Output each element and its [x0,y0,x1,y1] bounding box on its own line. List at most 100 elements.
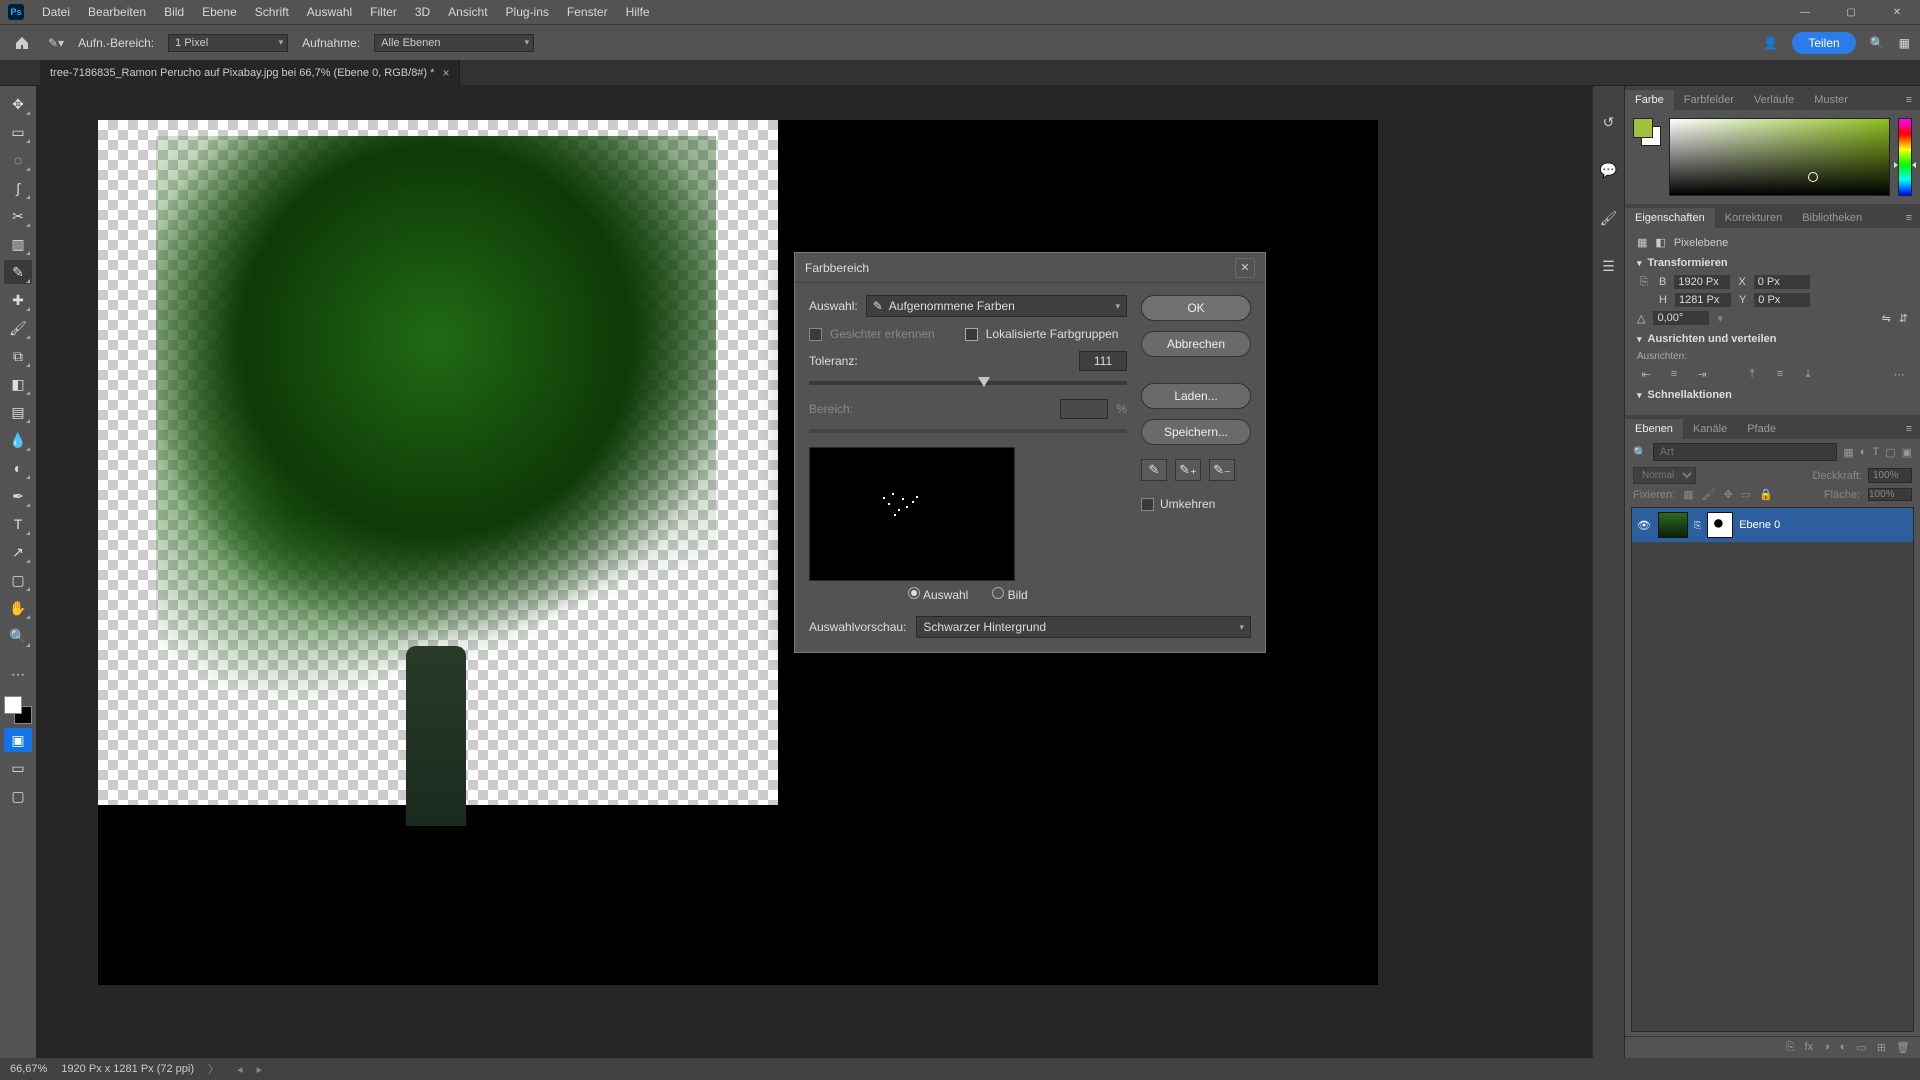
eyedropper-tool[interactable]: ✎ [4,260,32,284]
history-panel-icon[interactable]: ↺ [1599,112,1619,132]
tab-kanaele[interactable]: Kanäle [1683,419,1737,439]
share-button[interactable]: Teilen [1792,32,1855,54]
menu-hilfe[interactable]: Hilfe [626,5,650,19]
layer-name-label[interactable]: Ebene 0 [1739,519,1780,531]
tab-verlaeufe[interactable]: Verläufe [1744,90,1804,110]
dialog-close-icon[interactable]: ✕ [1235,258,1255,278]
align-vcenter-icon[interactable]: ≡ [1771,368,1789,381]
ellipsis-tool[interactable]: ⋯ [4,662,32,686]
fg-bg-color-swatches[interactable] [1633,118,1661,146]
timeline-next-icon[interactable]: ▸ [257,1063,263,1076]
adjustment-add-icon[interactable]: ◐ [1840,1041,1847,1054]
close-window-button[interactable]: ✕ [1874,0,1920,24]
eyedropper-sample-icon[interactable]: ✎ [1141,459,1167,481]
load-button[interactable]: Laden... [1141,383,1251,409]
lock-artboard-icon[interactable]: ▭ [1741,488,1751,501]
rectangle-tool[interactable]: ▢ [4,568,32,592]
sample-size-select[interactable]: 1 Pixel [168,34,288,52]
menu-ansicht[interactable]: Ansicht [448,5,487,19]
width-input[interactable] [1674,275,1730,289]
tab-eigenschaften[interactable]: Eigenschaften [1625,208,1715,228]
layers-panel-menu-icon[interactable]: ≡ [1898,419,1920,439]
type-tool[interactable]: T [4,512,32,536]
align-right-icon[interactable]: ⇥ [1693,368,1711,381]
home-icon[interactable] [10,31,34,55]
gradient-tool[interactable]: ▤ [4,400,32,424]
timeline-prev-icon[interactable]: ◂ [237,1063,243,1076]
document-tab[interactable]: tree-7186835_Ramon Perucho auf Pixabay.j… [40,60,460,86]
lock-position-icon[interactable]: ✥ [1724,488,1733,501]
lasso-tool[interactable]: ʃ [4,176,32,200]
align-top-icon[interactable]: ⤒ [1743,368,1761,381]
flip-h-icon[interactable]: ⇋ [1882,312,1891,325]
document-tab-close-icon[interactable]: × [442,66,449,80]
flip-v-icon[interactable]: ⇵ [1899,312,1908,325]
maximize-button[interactable]: ▢ [1828,0,1874,24]
cloud-icon[interactable]: 👤 [1763,36,1778,50]
group-icon[interactable]: ▭ [1856,1041,1866,1054]
localized-checkbox[interactable] [965,328,978,341]
quickactions-header[interactable]: Schnellaktionen [1637,389,1908,401]
select-dropdown[interactable]: ✎ Aufgenommene Farben [866,295,1127,317]
ok-button[interactable]: OK [1141,295,1251,321]
layer-row[interactable]: 👁 ⎘ Ebene 0 [1632,508,1913,542]
cancel-button[interactable]: Abbrechen [1141,331,1251,357]
lock-paint-icon[interactable]: 🖌 [1702,488,1716,501]
eraser-tool[interactable]: ◧ [4,372,32,396]
new-layer-icon[interactable]: ⊞ [1877,1041,1886,1054]
filter-smart-icon[interactable]: ▣ [1902,446,1912,459]
brushes-panel-icon[interactable]: 🖌 [1599,208,1619,228]
lock-transparency-icon[interactable]: ▦ [1683,488,1693,501]
zoom-readout[interactable]: 66,67% [10,1063,47,1075]
tab-ebenen[interactable]: Ebenen [1625,419,1683,439]
eyedropper-subtract-icon[interactable]: ✎₋ [1209,459,1235,481]
artboard-tool[interactable]: ▭ [4,120,32,144]
dialog-titlebar[interactable]: Farbbereich ✕ [795,253,1265,283]
filter-pixel-icon[interactable]: ▦ [1843,446,1853,459]
filter-adjust-icon[interactable]: ◐ [1860,446,1867,459]
tab-farbfelder[interactable]: Farbfelder [1674,90,1744,110]
trash-icon[interactable]: 🗑 [1896,1041,1910,1054]
tab-bibliotheken[interactable]: Bibliotheken [1792,208,1872,228]
layer-mask-thumbnail[interactable] [1707,512,1733,538]
color-panel-menu-icon[interactable]: ≡ [1898,90,1920,110]
frame-tool[interactable]: ▥ [4,232,32,256]
align-more-icon[interactable]: ⋯ [1890,368,1908,381]
y-input[interactable] [1754,293,1810,307]
search-icon[interactable]: 🔍 [1870,36,1885,50]
adjust-panel-icon[interactable]: ☰ [1599,256,1619,276]
tool-preset-icon[interactable]: ✎▾ [48,36,64,50]
align-hcenter-icon[interactable]: ≡ [1665,368,1683,381]
angle-input[interactable] [1653,311,1709,325]
filter-type-icon[interactable]: T [1872,446,1879,459]
crop-tool[interactable]: ✂ [4,204,32,228]
invert-checkbox[interactable] [1141,498,1154,511]
transform-header[interactable]: Transformieren [1637,257,1908,269]
zoom-tool[interactable]: 🔍 [4,624,32,648]
hand-tool[interactable]: ✋ [4,596,32,620]
workspace-icon[interactable]: ▦ [1899,36,1910,50]
color-field[interactable] [1669,118,1890,196]
menu-schrift[interactable]: Schrift [255,5,289,19]
invert-checkbox-row[interactable]: Umkehren [1141,497,1251,511]
menu-bearbeiten[interactable]: Bearbeiten [88,5,146,19]
menu-fenster[interactable]: Fenster [567,5,608,19]
link-wh-icon[interactable]: ⎘ [1637,276,1651,289]
properties-panel-menu-icon[interactable]: ≡ [1898,208,1920,228]
tolerance-slider-thumb[interactable] [978,377,990,387]
link-layers-icon[interactable]: ⎘ [1786,1041,1795,1054]
x-input[interactable] [1754,275,1810,289]
menu-ebene[interactable]: Ebene [202,5,237,19]
menu-plugins[interactable]: Plug-ins [506,5,549,19]
filter-shape-icon[interactable]: ▢ [1885,446,1895,459]
minimize-button[interactable]: — [1782,0,1828,24]
lock-all-icon[interactable]: 🔒 [1759,488,1773,501]
align-header[interactable]: Ausrichten und verteilen [1637,333,1908,345]
clone-tool[interactable]: ⧉ [4,344,32,368]
fx-icon[interactable]: fx [1805,1041,1814,1054]
screenmode-toggle[interactable]: ▭ [4,756,32,780]
mask-link-icon[interactable]: ⎘ [1694,520,1701,531]
quickmask-toggle[interactable]: ▣ [4,728,32,752]
opacity-input[interactable] [1868,468,1912,483]
mask-add-icon[interactable]: ◑ [1823,1041,1830,1054]
